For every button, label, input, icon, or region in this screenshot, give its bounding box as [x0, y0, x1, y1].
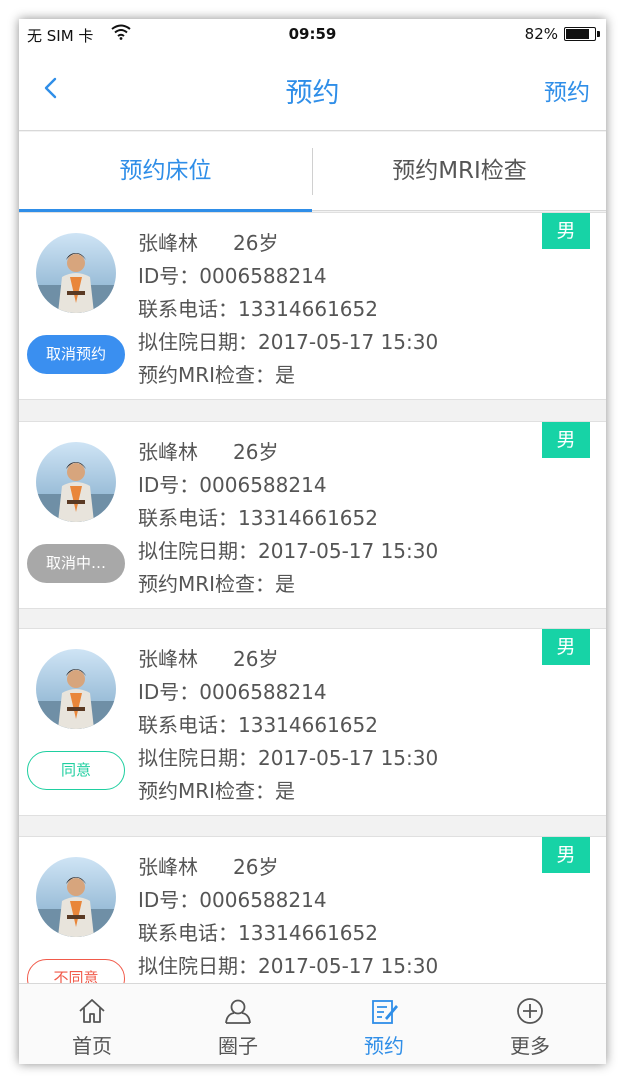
patient-info: 张峰林 26岁 ID号：0006588214 联系电话：13314661652 拟… [138, 851, 438, 983]
patient-phone: 联系电话：13314661652 [138, 297, 378, 321]
people-icon [225, 999, 251, 1024]
patient-name: 张峰林 [138, 647, 198, 671]
patient-id: ID号：0006588214 [138, 680, 327, 704]
avatar-photo-icon [36, 442, 116, 522]
tabbar-label: 圈子 [218, 1034, 258, 1058]
gender-badge: 男 [542, 422, 590, 458]
appointment-list[interactable]: 取消预约 张峰林 26岁 ID号：0006588214 联系电话：13314661… [19, 212, 606, 983]
patient-info: 张峰林 26岁 ID号：0006588214 联系电话：13314661652 拟… [138, 227, 438, 392]
new-appointment-button[interactable]: 预约 [544, 73, 590, 107]
status-bar: 无 SIM 卡 09:59 82% [19, 19, 606, 51]
mri-booking-flag: 预约MRI检查：是 [138, 779, 296, 803]
page-title: 预约 [285, 78, 340, 109]
admission-date: 拟住院日期：2017-05-17 15:30 [138, 746, 439, 770]
avatar[interactable] [36, 649, 116, 729]
patient-id: ID号：0006588214 [138, 264, 327, 288]
avatar-photo-icon [36, 649, 116, 729]
patient-info: 张峰林 26岁 ID号：0006588214 联系电话：13314661652 拟… [138, 643, 438, 808]
admission-date: 拟住院日期：2017-05-17 15:30 [138, 330, 439, 354]
patient-age: 26岁 [233, 647, 279, 671]
name-age-line: 张峰林 26岁 [138, 851, 438, 884]
card-action-button[interactable]: 同意 [27, 751, 125, 790]
patient-id: ID号：0006588214 [138, 473, 327, 497]
status-time: 09:59 [288, 25, 337, 43]
tabbar-label: 首页 [72, 1034, 112, 1058]
avatar[interactable] [36, 442, 116, 522]
admission-date: 拟住院日期：2017-05-17 15:30 [138, 954, 439, 978]
patient-name: 张峰林 [138, 231, 198, 255]
admission-date: 拟住院日期：2017-05-17 15:30 [138, 539, 439, 563]
patient-age: 26岁 [233, 231, 279, 255]
appointment-icon [372, 1000, 398, 1024]
bottom-tab-bar: 首页 圈子 预约 更多 [19, 983, 606, 1064]
patient-phone: 联系电话：13314661652 [138, 506, 378, 530]
phone-screen: 无 SIM 卡 09:59 82% 预约 预约 预约床位 预约MRI检查 取消预… [19, 19, 606, 1064]
mri-booking-flag: 预约MRI检查：是 [138, 363, 296, 387]
appointment-card[interactable]: 同意 张峰林 26岁 ID号：0006588214 联系电话：1331466165… [19, 628, 606, 816]
gender-badge: 男 [542, 837, 590, 873]
tabbar-item-home[interactable]: 首页 [19, 984, 165, 1064]
tab-bed-booking[interactable]: 预约床位 [19, 132, 312, 212]
segment-tabs: 预约床位 预约MRI检查 [19, 132, 606, 212]
appointment-card[interactable]: 取消中… 张峰林 26岁 ID号：0006588214 联系电话：13314661… [19, 421, 606, 609]
avatar[interactable] [36, 233, 116, 313]
tab-label: 预约床位 [119, 158, 212, 184]
name-age-line: 张峰林 26岁 [138, 227, 438, 260]
patient-age: 26岁 [233, 440, 279, 464]
card-action-button[interactable]: 不同意 [27, 959, 125, 983]
navigation-bar: 预约 预约 [19, 51, 606, 131]
tab-mri-booking[interactable]: 预约MRI检查 [313, 132, 606, 211]
avatar[interactable] [36, 857, 116, 937]
name-age-line: 张峰林 26岁 [138, 643, 438, 676]
name-age-line: 张峰林 26岁 [138, 436, 438, 469]
patient-name: 张峰林 [138, 440, 198, 464]
more-icon [517, 998, 543, 1024]
tab-label: 预约MRI检查 [392, 158, 527, 184]
battery-percent: 82% [524, 25, 558, 43]
patient-phone: 联系电话：13314661652 [138, 921, 378, 945]
battery-icon [564, 27, 600, 41]
patient-info: 张峰林 26岁 ID号：0006588214 联系电话：13314661652 拟… [138, 436, 438, 601]
tabbar-label: 预约 [364, 1034, 404, 1058]
tabbar-item-more[interactable]: 更多 [457, 984, 603, 1064]
patient-phone: 联系电话：13314661652 [138, 713, 378, 737]
tabbar-label: 更多 [510, 1034, 550, 1058]
gender-badge: 男 [542, 213, 590, 249]
patient-age: 26岁 [233, 855, 279, 879]
appointment-card[interactable]: 取消预约 张峰林 26岁 ID号：0006588214 联系电话：13314661… [19, 212, 606, 400]
mri-booking-flag: 预约MRI检查：是 [138, 572, 296, 596]
tabbar-item-circle[interactable]: 圈子 [165, 984, 311, 1064]
home-icon [79, 999, 105, 1023]
avatar-photo-icon [36, 233, 116, 313]
appointment-card[interactable]: 不同意 张峰林 26岁 ID号：0006588214 联系电话：133146616… [19, 836, 606, 983]
card-action-button[interactable]: 取消预约 [27, 335, 125, 374]
card-action-button[interactable]: 取消中… [27, 544, 125, 583]
avatar-photo-icon [36, 857, 116, 937]
patient-name: 张峰林 [138, 855, 198, 879]
patient-id: ID号：0006588214 [138, 888, 327, 912]
gender-badge: 男 [542, 629, 590, 665]
tabbar-item-appointment[interactable]: 预约 [311, 984, 457, 1064]
